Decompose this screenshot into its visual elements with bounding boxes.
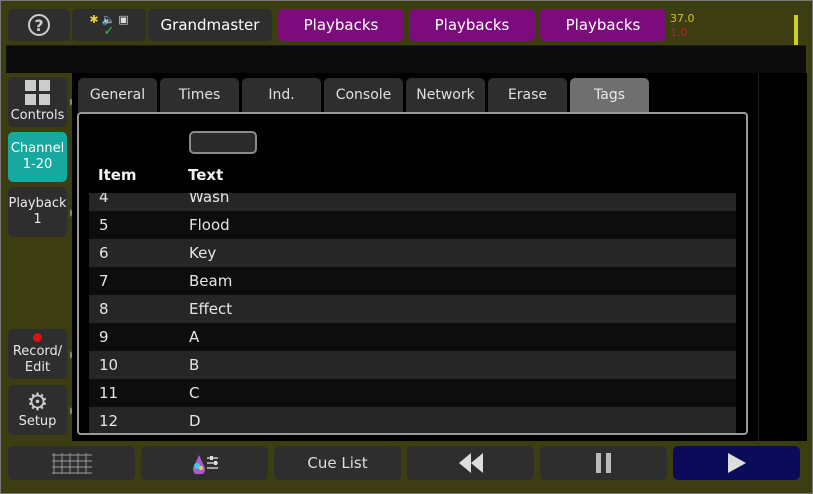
text-cell: A — [189, 328, 200, 346]
table-row[interactable]: 6 Key — [89, 239, 736, 267]
sidebar-item-label: Channel 1-20 — [10, 141, 65, 172]
image-icon: ▣ — [118, 12, 129, 26]
sidebar-item-label: Playback 1 — [8, 196, 67, 227]
text-cell: B — [189, 356, 200, 374]
text-cell: Key — [189, 244, 217, 262]
tab-general[interactable]: General — [78, 78, 157, 112]
level-readout: 37.0 1.0 — [670, 9, 798, 41]
sun-icon: ✱ — [89, 12, 99, 26]
record-dot-icon — [33, 332, 42, 342]
text-cell: Wash — [189, 193, 230, 206]
table-row[interactable]: 11 C — [89, 379, 736, 407]
text-cell: C — [189, 384, 200, 402]
column-header-text: Text — [188, 166, 224, 184]
level-top-value: 37.0 — [670, 12, 695, 25]
text-input-box[interactable] — [189, 131, 257, 154]
table-row[interactable]: 10 B — [89, 351, 736, 379]
top-bar: ? ✱ 🔈 ▣ ✓ Grandmaster Playbacks Playback… — [6, 6, 808, 45]
tab-erase[interactable]: Erase — [488, 78, 567, 112]
tab-ind[interactable]: Ind. — [242, 78, 321, 112]
rewind-button[interactable] — [407, 446, 534, 480]
tab-network[interactable]: Network — [406, 78, 485, 112]
help-button[interactable]: ? — [8, 9, 70, 41]
right-panel — [758, 73, 807, 441]
item-cell: 12 — [99, 412, 119, 430]
status-indicators[interactable]: ✱ 🔈 ▣ ✓ — [72, 9, 146, 41]
tab-tags[interactable]: Tags — [570, 78, 649, 112]
table-row[interactable]: 8 Effect — [89, 295, 736, 323]
grid-view-icon — [51, 453, 92, 474]
color-palette-icon — [192, 455, 218, 474]
command-line-strip — [6, 45, 806, 73]
sidebar-item-label: Record/ Edit — [12, 343, 63, 375]
level-meter — [794, 15, 798, 45]
table-row[interactable]: 4 Wash — [89, 193, 736, 211]
table-row[interactable]: 7 Beam — [89, 267, 736, 295]
app-frame: ? ✱ 🔈 ▣ ✓ Grandmaster Playbacks Playback… — [0, 0, 813, 494]
tags-table[interactable]: 4 Wash 5 Flood 6 Key 7 Beam 8 Effect 9 A… — [89, 193, 736, 433]
pause-icon — [596, 453, 611, 473]
text-cell: Flood — [189, 216, 230, 234]
table-row[interactable]: 9 A — [89, 323, 736, 351]
item-cell: 11 — [99, 384, 119, 402]
playbacks-button-2[interactable]: Playbacks — [409, 9, 535, 41]
sidebar: Controls Channel 1-20 Playback 1 Record/… — [6, 73, 74, 441]
column-header-item: Item — [98, 166, 137, 184]
main-content: General Times Ind. Console Network Erase… — [72, 73, 758, 441]
grid-view-button[interactable] — [8, 446, 135, 480]
sidebar-item-label: Controls — [10, 108, 65, 123]
item-cell: 5 — [99, 216, 109, 234]
text-cell: D — [189, 412, 201, 430]
gear-icon: ⚙ — [26, 388, 49, 416]
tab-times[interactable]: Times — [160, 78, 239, 112]
sidebar-item-channel[interactable]: Channel 1-20 — [8, 132, 67, 182]
sidebar-item-setup[interactable]: ⚙ Setup — [8, 385, 67, 435]
text-cell: Effect — [189, 300, 233, 318]
item-cell: 9 — [99, 328, 109, 346]
tags-panel: Item Text 4 Wash 5 Flood 6 Key 7 Beam 8 … — [77, 112, 748, 435]
cue-list-button[interactable]: Cue List — [274, 446, 401, 480]
sidebar-item-playback[interactable]: Playback 1 — [8, 187, 67, 237]
sidebar-item-label: Setup — [18, 414, 57, 429]
item-cell: 8 — [99, 300, 109, 318]
table-row[interactable]: 12 D — [89, 407, 736, 433]
item-cell: 6 — [99, 244, 109, 262]
level-bottom-value: 1.0 — [670, 26, 688, 39]
sidebar-item-record-edit[interactable]: Record/ Edit — [8, 329, 67, 379]
item-cell: 7 — [99, 272, 109, 290]
rewind-icon — [458, 453, 483, 473]
table-row[interactable]: 5 Flood — [89, 211, 736, 239]
item-cell: 10 — [99, 356, 119, 374]
bottom-bar: Cue List — [6, 444, 808, 484]
grandmaster-button[interactable]: Grandmaster — [148, 9, 272, 41]
play-button[interactable] — [673, 446, 800, 480]
playbacks-button-3[interactable]: Playbacks — [540, 9, 666, 41]
color-palette-button[interactable] — [141, 446, 268, 480]
tab-console[interactable]: Console — [324, 78, 403, 112]
item-cell: 4 — [99, 193, 109, 206]
checkmark-icon: ✓ — [103, 23, 115, 39]
help-icon: ? — [28, 14, 50, 36]
pause-button[interactable] — [540, 446, 667, 480]
play-icon — [727, 453, 746, 473]
text-cell: Beam — [189, 272, 233, 290]
grid-icon — [25, 80, 50, 105]
playbacks-button-1[interactable]: Playbacks — [278, 9, 404, 41]
sidebar-item-controls[interactable]: Controls — [8, 77, 67, 127]
